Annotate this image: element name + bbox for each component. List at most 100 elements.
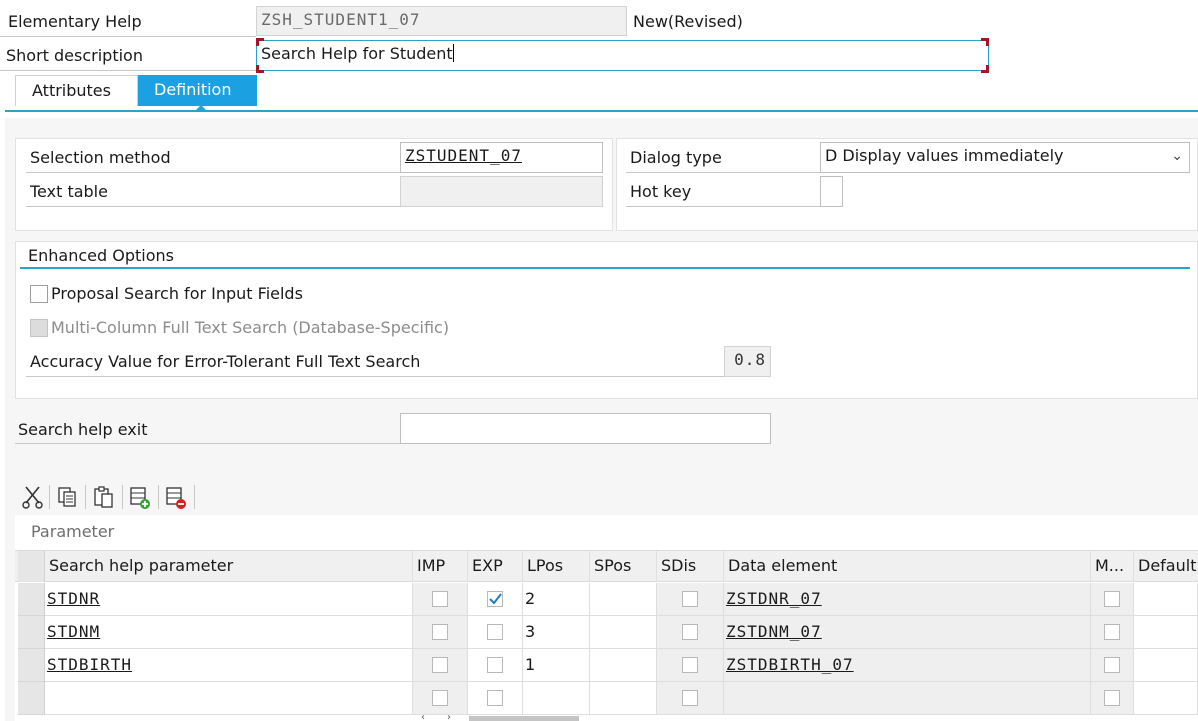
row-selector[interactable] (18, 682, 45, 715)
cell-sdis[interactable] (657, 649, 724, 682)
proposal-search-checkbox[interactable] (30, 285, 48, 303)
checkbox-exp[interactable] (487, 690, 503, 706)
checkbox-m[interactable] (1104, 624, 1120, 640)
cell-param[interactable]: STDBIRTH (45, 649, 413, 682)
cell-lpos[interactable]: 2 (523, 583, 590, 616)
cell-exp[interactable] (468, 616, 523, 649)
cell-text: STDBIRTH (47, 655, 133, 674)
tab-definition[interactable]: Definition (138, 75, 257, 106)
horizontal-scrollbar-thumb[interactable] (469, 716, 579, 721)
checkbox-exp[interactable] (487, 657, 503, 673)
hot-key-label: Hot key (630, 182, 692, 201)
selection-method-input[interactable]: ZSTUDENT_07 (400, 142, 603, 173)
hot-key-input[interactable] (820, 176, 843, 207)
col-header-param[interactable]: Search help parameter (45, 551, 413, 582)
checkbox-imp[interactable] (432, 690, 448, 706)
checkbox-m[interactable] (1104, 591, 1120, 607)
text-table-input[interactable] (400, 176, 603, 207)
paste-icon[interactable] (91, 483, 117, 511)
col-header-sdis[interactable]: SDis (657, 551, 724, 582)
cell-sdis[interactable] (657, 616, 724, 649)
scroll-right-arrow[interactable]: › (447, 713, 457, 721)
cell-param[interactable]: STDNR (45, 583, 413, 616)
cell-default[interactable] (1134, 682, 1198, 715)
short-desc-input[interactable]: Search Help for Student (256, 40, 989, 71)
cell-param[interactable]: STDNM (45, 616, 413, 649)
toolbar-separator (85, 485, 86, 509)
cell-m[interactable] (1091, 649, 1134, 682)
cell-data-element[interactable]: ZSTDNM_07 (724, 616, 1091, 649)
cell-default[interactable] (1134, 583, 1198, 616)
delete-row-icon[interactable] (163, 483, 189, 511)
checkbox-sdis[interactable] (682, 624, 698, 640)
cell-text: ZSTDBIRTH_07 (726, 655, 854, 674)
cell-exp[interactable] (468, 583, 523, 616)
cell-m[interactable] (1091, 682, 1134, 715)
col-header-spos[interactable]: SPos (590, 551, 657, 582)
scroll-left-arrow[interactable]: ‹ (421, 713, 431, 721)
copy-icon[interactable] (54, 483, 80, 511)
exit-input[interactable] (400, 413, 771, 444)
cut-icon[interactable] (20, 483, 46, 511)
cell-exp[interactable] (468, 649, 523, 682)
elementary-help-field[interactable]: ZSH_STUDENT1_07 (256, 6, 627, 36)
col-header-data-element[interactable]: Data element (724, 551, 1091, 582)
status-label: New(Revised) (633, 12, 743, 31)
chevron-down-icon[interactable]: ⌄ (1171, 143, 1183, 169)
cell-default[interactable] (1134, 649, 1198, 682)
short-desc-value: Search Help for Student (261, 44, 453, 63)
col-header-lpos[interactable]: LPos (523, 551, 590, 582)
col-header-default[interactable]: Default (1134, 551, 1198, 582)
parameter-title: Parameter (31, 522, 115, 541)
dialog-type-select[interactable]: D Display values immediately ⌄ (820, 142, 1190, 173)
cell-sdis[interactable] (657, 583, 724, 616)
cell-m[interactable] (1091, 583, 1134, 616)
cell-spos[interactable] (590, 616, 657, 649)
checkbox-imp[interactable] (432, 624, 448, 640)
checkbox-sdis[interactable] (682, 690, 698, 706)
tab-underline (5, 110, 1198, 112)
cell-imp[interactable] (413, 649, 468, 682)
checkbox-exp[interactable] (487, 591, 503, 607)
cell-imp[interactable] (413, 583, 468, 616)
checkbox-m[interactable] (1104, 690, 1120, 706)
accuracy-input[interactable]: 0.8 (724, 346, 771, 377)
focus-corner-br (981, 65, 989, 73)
cell-spos[interactable] (590, 682, 657, 715)
cell-text: 1 (525, 655, 536, 674)
cell-default[interactable] (1134, 616, 1198, 649)
toolbar-separator (122, 485, 123, 509)
checkbox-sdis[interactable] (682, 657, 698, 673)
cell-spos[interactable] (590, 649, 657, 682)
cell-data-element[interactable] (724, 682, 1091, 715)
cell-m[interactable] (1091, 616, 1134, 649)
row-selector[interactable] (18, 649, 45, 682)
checkbox-imp[interactable] (432, 657, 448, 673)
cell-imp[interactable] (413, 682, 468, 715)
cell-text: 3 (525, 622, 536, 641)
text-table-label: Text table (30, 182, 108, 201)
cell-lpos[interactable]: 3 (523, 616, 590, 649)
cell-param[interactable] (45, 682, 413, 715)
cell-lpos[interactable] (523, 682, 590, 715)
cell-imp[interactable] (413, 616, 468, 649)
cell-spos[interactable] (590, 583, 657, 616)
cell-lpos[interactable]: 1 (523, 649, 590, 682)
checkbox-m[interactable] (1104, 657, 1120, 673)
cell-data-element[interactable]: ZSTDBIRTH_07 (724, 649, 1091, 682)
cell-sdis[interactable] (657, 682, 724, 715)
cell-exp[interactable] (468, 682, 523, 715)
row-selector-header[interactable] (18, 551, 45, 582)
checkbox-sdis[interactable] (682, 591, 698, 607)
checkbox-imp[interactable] (432, 591, 448, 607)
focus-corner-tr (981, 38, 989, 46)
cell-data-element[interactable]: ZSTDNR_07 (724, 583, 1091, 616)
row-selector[interactable] (18, 583, 45, 616)
col-header-imp[interactable]: IMP (413, 551, 468, 582)
row-selector[interactable] (18, 616, 45, 649)
insert-row-icon[interactable] (127, 483, 153, 511)
col-header-exp[interactable]: EXP (468, 551, 523, 582)
tab-attributes[interactable]: Attributes (15, 75, 138, 106)
checkbox-exp[interactable] (487, 624, 503, 640)
col-header-m[interactable]: M... (1091, 551, 1134, 582)
